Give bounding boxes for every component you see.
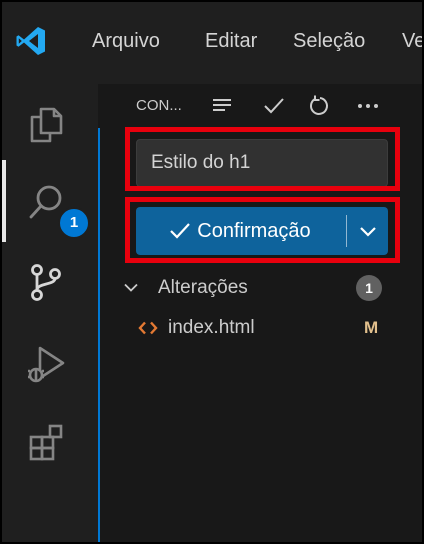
activity-explorer[interactable] (2, 84, 90, 164)
more-actions-icon[interactable] (354, 92, 382, 120)
menu-editar[interactable]: Editar (205, 24, 257, 58)
changes-count-badge: 1 (356, 275, 382, 301)
scm-header: CON... (98, 84, 422, 128)
scm-title: CON... (136, 97, 182, 114)
source-control-badge: 1 (58, 207, 90, 239)
file-name: index.html (168, 317, 255, 338)
highlight-box-commit (125, 197, 400, 263)
menu-ver[interactable]: Ve (402, 24, 422, 58)
changed-file-row[interactable]: index.html M (120, 311, 416, 345)
menu-arquivo[interactable]: Arquivo (92, 24, 160, 58)
highlight-box-message (125, 127, 400, 191)
activity-source-control[interactable] (2, 242, 90, 322)
activity-run-debug[interactable] (2, 324, 90, 404)
chevron-down-icon (124, 283, 138, 292)
source-control-icon (31, 264, 61, 301)
activity-extensions[interactable] (2, 402, 90, 482)
vscode-logo-icon (16, 27, 45, 55)
run-debug-icon (28, 346, 65, 383)
sidebar-focus-border (98, 128, 100, 542)
activity-bar (2, 84, 90, 542)
active-indicator (2, 160, 6, 242)
file-status-modified: M (364, 318, 379, 337)
html-file-icon (138, 321, 158, 335)
refresh-icon[interactable] (306, 92, 334, 120)
view-as-list-icon[interactable] (208, 92, 236, 120)
menu-selecao[interactable]: Seleção (293, 24, 365, 58)
changes-label: Alterações (158, 277, 248, 298)
files-icon (30, 107, 63, 143)
changes-group-header[interactable]: Alterações 1 (120, 271, 416, 305)
vscode-window: Arquivo Editar Seleção Ve 1 CON... Estil… (0, 0, 424, 544)
commit-check-icon[interactable] (260, 92, 288, 120)
extensions-icon (29, 424, 63, 461)
menu-bar: Arquivo Editar Seleção Ve (2, 2, 422, 84)
